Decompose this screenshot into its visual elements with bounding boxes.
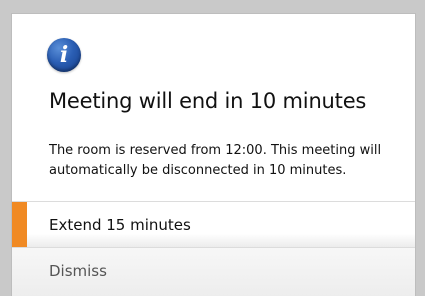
meeting-end-dialog: i Meeting will end in 10 minutes The roo… (11, 13, 416, 296)
dismiss-option[interactable]: Dismiss (12, 247, 415, 296)
dialog-message: The room is reserved from 12:00. This me… (49, 143, 382, 178)
dialog-title: Meeting will end in 10 minutes (49, 89, 367, 113)
screen-background: i Meeting will end in 10 minutes The roo… (0, 0, 425, 296)
extend-option-label: Extend 15 minutes (49, 216, 191, 234)
selection-indicator (12, 202, 27, 247)
info-icon: i (47, 38, 81, 72)
dismiss-option-label: Dismiss (49, 262, 107, 280)
extend-15-minutes-option[interactable]: Extend 15 minutes (12, 201, 415, 247)
